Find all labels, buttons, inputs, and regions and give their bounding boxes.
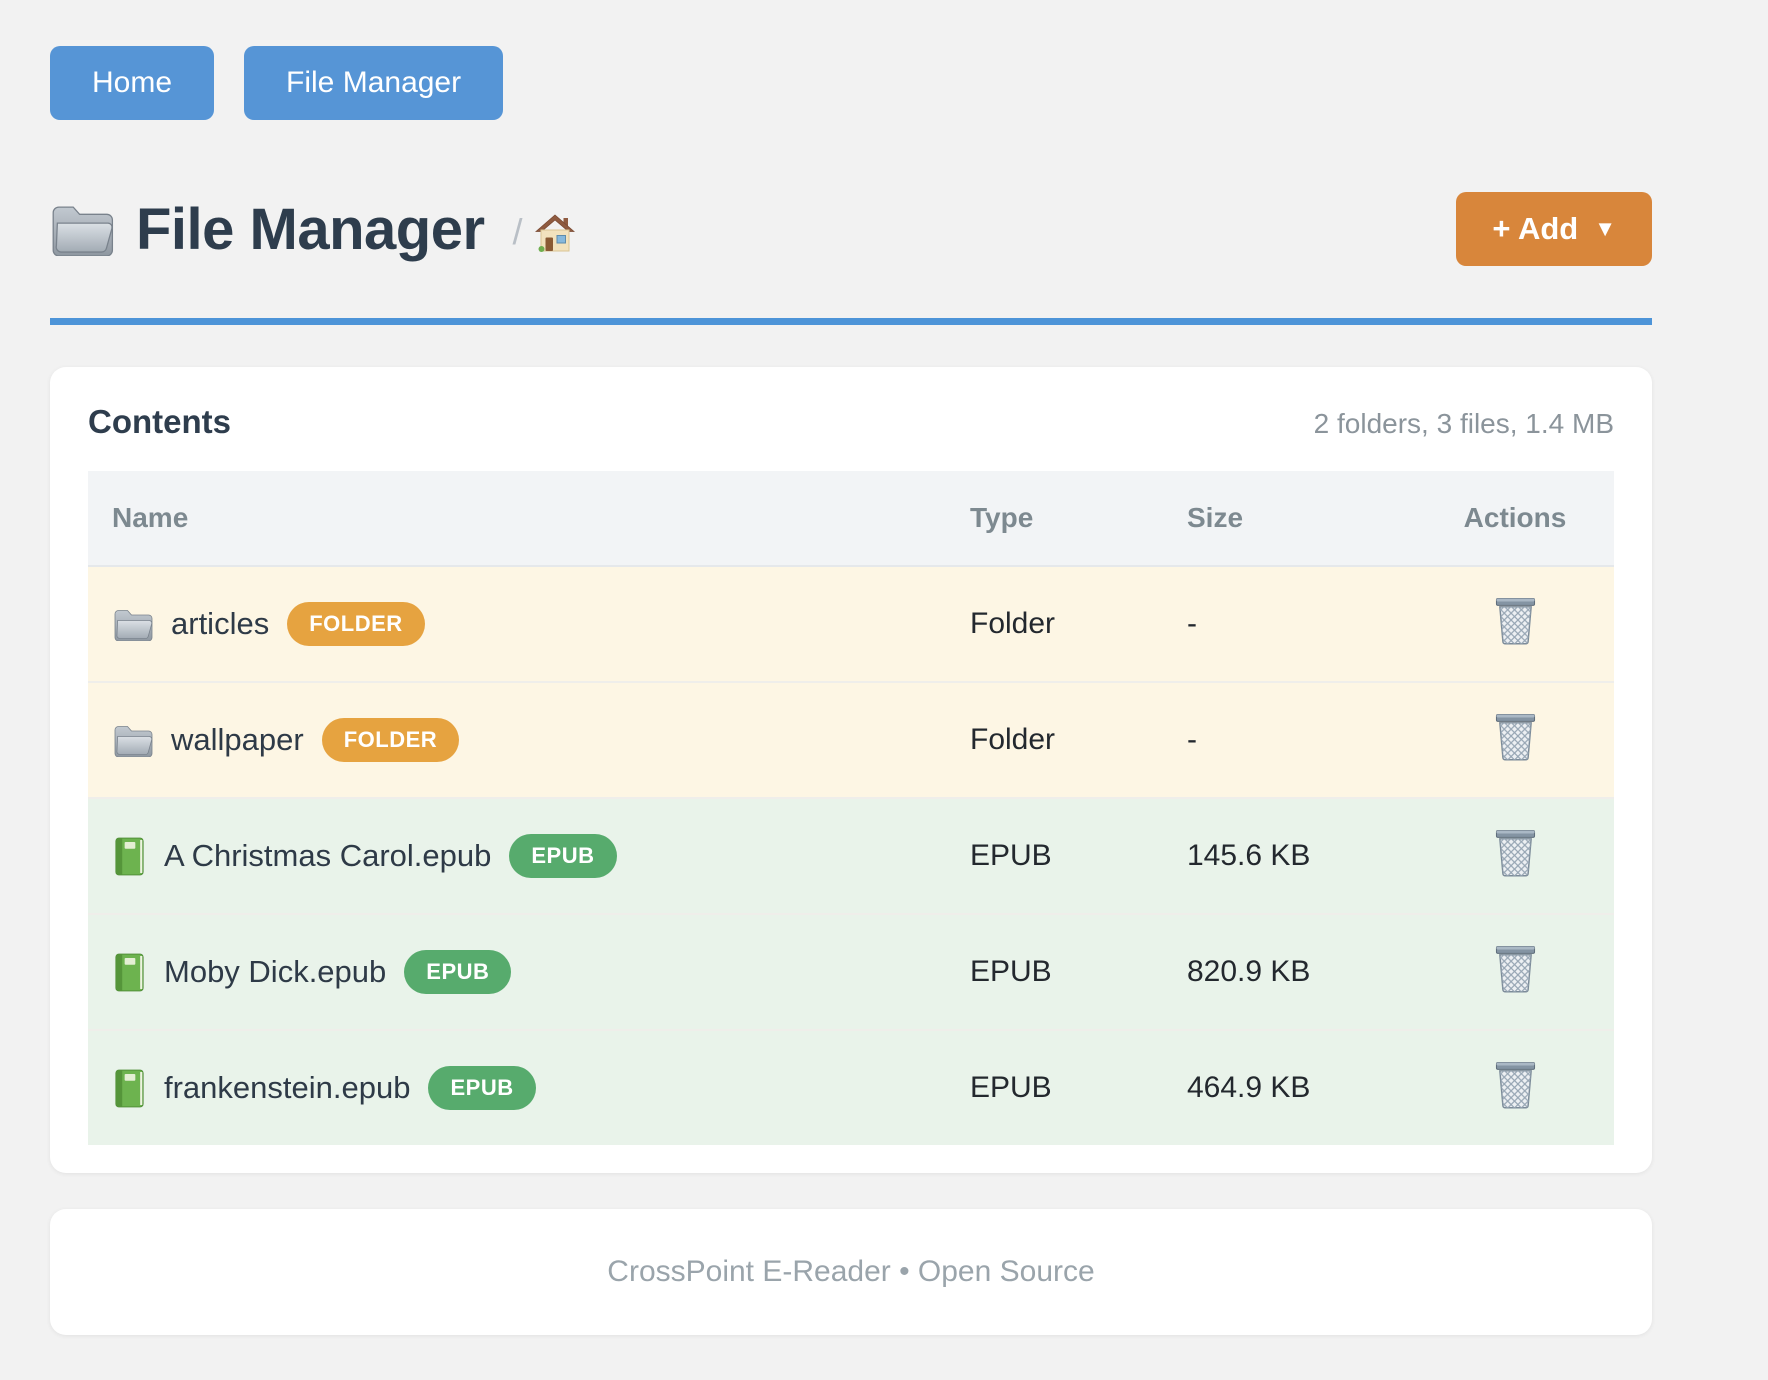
book-icon [113, 837, 146, 876]
column-header-actions: Actions [1416, 471, 1614, 566]
delete-button[interactable] [1494, 712, 1537, 761]
file-type-badge: FOLDER [287, 602, 424, 646]
file-name[interactable]: articles [171, 606, 269, 642]
breadcrumb-separator: / [513, 211, 523, 253]
file-type-cell: Folder [969, 566, 1186, 682]
table-row[interactable]: articles FOLDER Folder - [88, 566, 1614, 682]
file-size-cell: 145.6 KB [1186, 798, 1416, 914]
delete-button[interactable] [1494, 828, 1537, 877]
contents-summary: 2 folders, 3 files, 1.4 MB [1314, 408, 1614, 440]
trash-icon [1494, 596, 1537, 645]
contents-card: Contents 2 folders, 3 files, 1.4 MB Name… [50, 367, 1652, 1173]
file-name[interactable]: Moby Dick.epub [164, 954, 386, 990]
folder-icon [113, 608, 153, 641]
file-type-badge: FOLDER [322, 718, 459, 762]
trash-icon [1494, 944, 1537, 993]
delete-button[interactable] [1494, 1060, 1537, 1109]
file-type-cell: Folder [969, 682, 1186, 798]
footer-text: CrossPoint E-Reader • Open Source [607, 1255, 1094, 1288]
file-size-cell: - [1186, 566, 1416, 682]
trash-icon [1494, 1060, 1537, 1109]
file-type-badge: EPUB [428, 1066, 535, 1110]
page: Home File Manager File Manager / + Add ▼ [50, 0, 1652, 1335]
table-row[interactable]: A Christmas Carol.epub EPUB EPUB 145.6 K… [88, 798, 1614, 914]
folder-icon [50, 203, 114, 256]
caret-down-icon: ▼ [1594, 218, 1616, 240]
file-type-cell: EPUB [969, 914, 1186, 1030]
page-header: File Manager / + Add ▼ [50, 192, 1652, 266]
file-type-badge: EPUB [404, 950, 511, 994]
files-table: Name Type Size Actions articles FOLDER F… [88, 471, 1614, 1145]
table-body: articles FOLDER Folder - [88, 566, 1614, 1145]
add-button-label: + Add [1492, 211, 1578, 247]
file-type-badge: EPUB [509, 834, 616, 878]
divider [50, 318, 1652, 325]
file-name[interactable]: frankenstein.epub [164, 1070, 410, 1106]
table-row[interactable]: Moby Dick.epub EPUB EPUB 820.9 KB [88, 914, 1614, 1030]
trash-icon [1494, 828, 1537, 877]
table-row[interactable]: frankenstein.epub EPUB EPUB 464.9 KB [88, 1030, 1614, 1145]
file-type-cell: EPUB [969, 798, 1186, 914]
file-size-cell: 464.9 KB [1186, 1030, 1416, 1145]
add-button[interactable]: + Add ▼ [1456, 192, 1652, 266]
column-header-name: Name [88, 471, 969, 566]
column-header-size: Size [1186, 471, 1416, 566]
delete-button[interactable] [1494, 596, 1537, 645]
file-type-cell: EPUB [969, 1030, 1186, 1145]
column-header-type: Type [969, 471, 1186, 566]
file-name[interactable]: A Christmas Carol.epub [164, 838, 491, 874]
nav-file-manager-button[interactable]: File Manager [244, 46, 503, 120]
table-row[interactable]: wallpaper FOLDER Folder - [88, 682, 1614, 798]
file-size-cell: 820.9 KB [1186, 914, 1416, 1030]
book-icon [113, 953, 146, 992]
breadcrumb-nav: Home File Manager [50, 46, 1652, 120]
footer: CrossPoint E-Reader • Open Source [50, 1209, 1652, 1335]
delete-button[interactable] [1494, 944, 1537, 993]
contents-heading: Contents [88, 403, 231, 441]
folder-icon [113, 724, 153, 757]
table-header-row: Name Type Size Actions [88, 471, 1614, 566]
home-icon[interactable] [535, 214, 575, 252]
file-name[interactable]: wallpaper [171, 722, 304, 758]
title-wrap: File Manager / [50, 196, 575, 263]
book-icon [113, 1069, 146, 1108]
nav-home-button[interactable]: Home [50, 46, 214, 120]
page-title: File Manager [136, 196, 485, 263]
file-size-cell: - [1186, 682, 1416, 798]
card-head: Contents 2 folders, 3 files, 1.4 MB [88, 403, 1614, 441]
trash-icon [1494, 712, 1537, 761]
